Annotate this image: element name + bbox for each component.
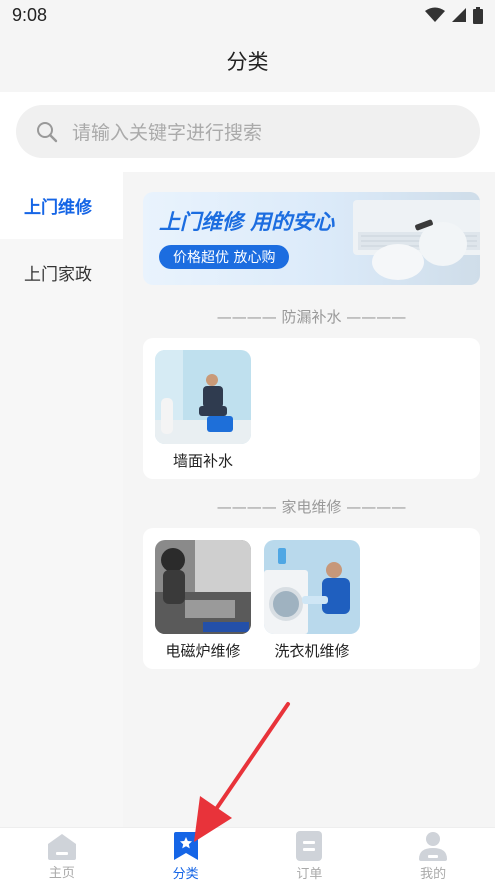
- wifi-icon: [425, 7, 445, 22]
- service-item-wall-repair[interactable]: 墙面补水: [155, 350, 251, 471]
- home-icon: [47, 834, 76, 860]
- status-icons: [425, 6, 483, 24]
- orders-icon: [296, 831, 323, 861]
- battery-icon: [473, 6, 483, 24]
- search-area: 请输入关键字进行搜索: [0, 92, 495, 172]
- tab-label: 我的: [420, 867, 447, 882]
- service-card: 电磁炉维修 洗衣机维修: [143, 528, 480, 669]
- wall-repair-image: [155, 350, 251, 444]
- category-icon: [173, 832, 198, 860]
- search-input[interactable]: 请输入关键字进行搜索: [16, 105, 480, 158]
- sidebar-item-label: 上门家政: [24, 265, 92, 285]
- induction-cooker-repair-image: [155, 540, 251, 634]
- page-header: 分类: [0, 30, 495, 92]
- tab-label: 分类: [172, 867, 199, 882]
- tab-home[interactable]: 主页: [0, 828, 124, 885]
- washing-machine-repair-image: [264, 540, 360, 634]
- tab-orders[interactable]: 订单: [248, 828, 372, 885]
- service-item-label: 洗衣机维修: [274, 642, 350, 660]
- section-title: ———— 防漏补水 ————: [216, 308, 407, 326]
- bottom-tab-bar: 主页 分类 订单 我的: [0, 827, 495, 885]
- category-content: 上门维修 用的安心 价格超优 放心购 ———— 防漏补水 ———— 墙面补水 —…: [123, 172, 495, 827]
- page-title: 分类: [226, 50, 269, 74]
- tab-category[interactable]: 分类: [124, 828, 248, 885]
- search-icon: [37, 121, 58, 142]
- service-item-label: 墙面补水: [172, 452, 233, 470]
- service-item-label: 电磁炉维修: [165, 642, 241, 660]
- status-bar: 9:08: [0, 0, 495, 30]
- search-placeholder: 请输入关键字进行搜索: [72, 122, 263, 144]
- service-item-induction-cooker-repair[interactable]: 电磁炉维修: [155, 540, 251, 661]
- section-title: ———— 家电维修 ————: [216, 498, 407, 516]
- profile-icon: [419, 832, 448, 861]
- promo-banner[interactable]: 上门维修 用的安心 价格超优 放心购: [143, 192, 480, 285]
- tab-profile[interactable]: 我的: [371, 828, 495, 885]
- status-time: 9:08: [12, 4, 48, 25]
- signal-icon: [452, 8, 466, 22]
- sidebar-item-label: 上门维修: [24, 198, 92, 218]
- sidebar-item-home-repair[interactable]: 上门维修: [0, 172, 123, 239]
- banner-title: 上门维修 用的安心: [159, 210, 335, 234]
- category-sidebar: 上门维修 上门家政: [0, 172, 123, 827]
- service-card: 墙面补水: [143, 338, 480, 479]
- sidebar-item-housekeeping[interactable]: 上门家政: [0, 239, 123, 306]
- banner-tagline: 价格超优 放心购: [159, 245, 290, 269]
- tab-label: 订单: [296, 867, 323, 882]
- service-item-washing-machine-repair[interactable]: 洗衣机维修: [264, 540, 360, 661]
- tab-label: 主页: [48, 866, 75, 881]
